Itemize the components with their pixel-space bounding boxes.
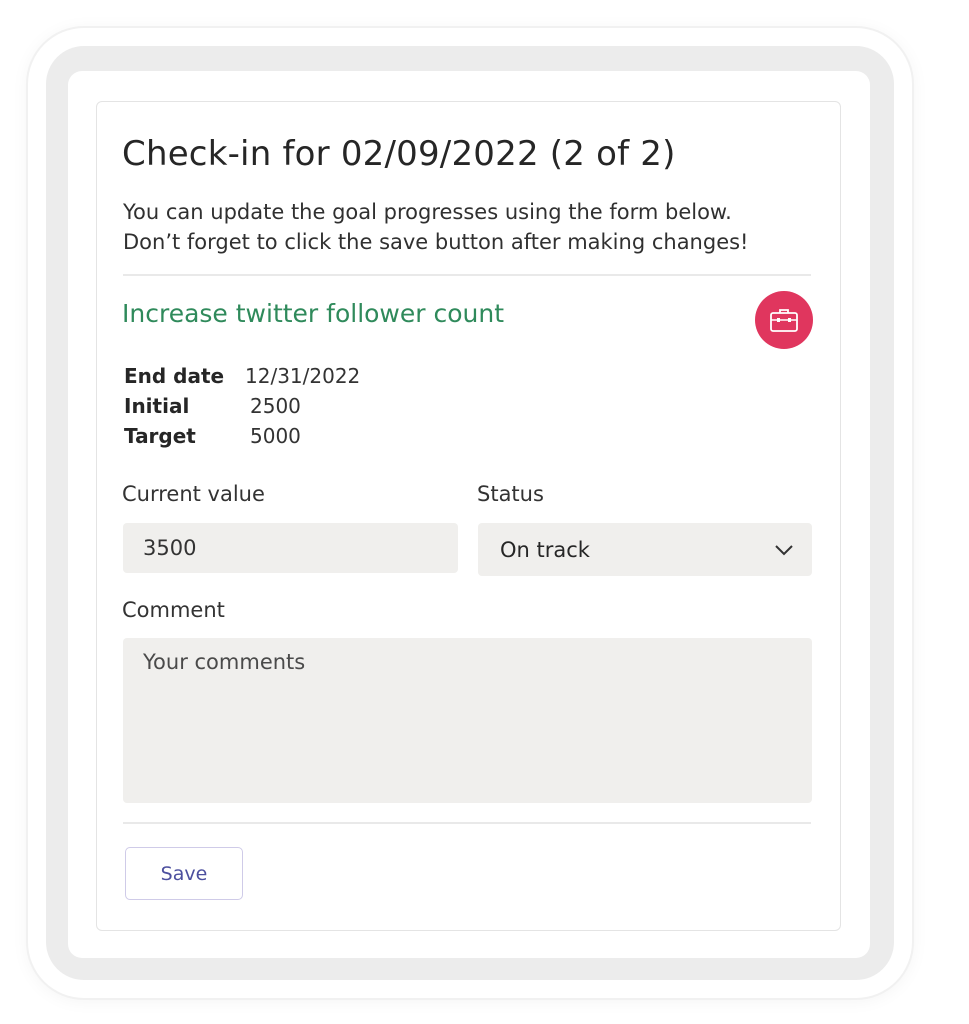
current-value-text: 3500: [143, 536, 197, 560]
save-button[interactable]: Save: [125, 847, 243, 900]
briefcase-icon[interactable]: [755, 291, 813, 349]
divider-bottom: [123, 822, 811, 824]
comment-placeholder: Your comments: [143, 650, 306, 674]
end-date-value: 12/31/2022: [245, 364, 361, 388]
initial-label: Initial: [124, 394, 190, 418]
intro-line-2: Don’t forget to click the save button af…: [123, 230, 749, 254]
comment-label: Comment: [122, 598, 225, 622]
divider-top: [123, 274, 811, 276]
comment-textarea[interactable]: Your comments: [123, 638, 812, 803]
current-value-label: Current value: [122, 482, 265, 506]
intro-line-1: You can update the goal progresses using…: [123, 200, 732, 224]
target-label: Target: [124, 424, 196, 448]
status-label: Status: [477, 482, 544, 506]
intro-text: You can update the goal progresses using…: [123, 197, 823, 257]
end-date-label: End date: [124, 364, 225, 388]
chevron-down-icon: [775, 544, 793, 555]
page-title: Check-in for 02/09/2022 (2 of 2): [122, 134, 676, 174]
target-value: 5000: [250, 424, 301, 448]
goal-title: Increase twitter follower count: [122, 299, 505, 328]
initial-value: 2500: [250, 394, 301, 418]
status-selected-value: On track: [500, 537, 590, 562]
status-select[interactable]: On track: [478, 523, 812, 576]
current-value-input[interactable]: 3500: [123, 523, 458, 573]
briefcase-icon-glyph: [770, 309, 798, 332]
